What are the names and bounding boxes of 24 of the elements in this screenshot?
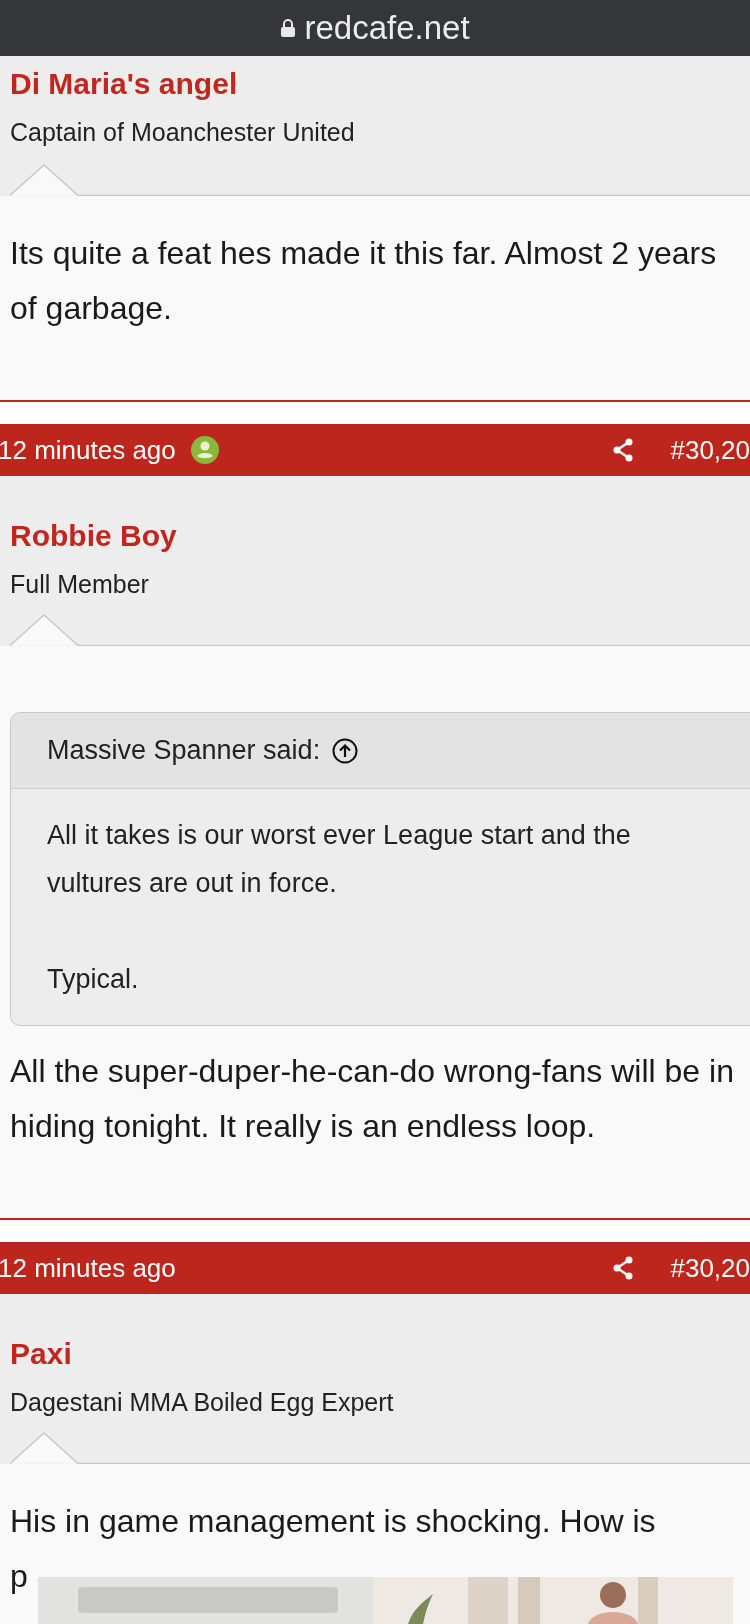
quote-text: vultures are out in force. bbox=[47, 867, 337, 900]
user-title: Captain of Moanchester United bbox=[10, 117, 355, 148]
post-text: of garbage. bbox=[9, 289, 173, 328]
post-text: p bbox=[9, 1557, 29, 1596]
post-number-link[interactable]: #30,20 bbox=[670, 1248, 750, 1288]
post-text: hiding tonight. It really is an endless loop. bbox=[9, 1107, 597, 1146]
jump-to-quote-icon[interactable] bbox=[332, 737, 359, 764]
post-text: His in game management is shocking. How is bbox=[9, 1502, 657, 1541]
user-title: Dagestani MMA Boiled Egg Expert bbox=[10, 1387, 394, 1418]
lock-icon bbox=[280, 18, 297, 38]
post-text: Its quite a feat hes made it this far. Almost 2 years bbox=[9, 234, 718, 273]
quote-text: Typical. bbox=[47, 963, 139, 996]
share-icon[interactable] bbox=[612, 1256, 635, 1280]
share-icon[interactable] bbox=[612, 438, 635, 462]
username-link[interactable]: Paxi bbox=[10, 1334, 72, 1374]
quote-text: All it takes is our worst ever League start and the bbox=[47, 819, 631, 852]
timestamp[interactable]: 12 minutes ago bbox=[0, 1248, 176, 1288]
post-text: All the super-duper-he-can-do wrong-fans will be in bbox=[9, 1052, 735, 1091]
user-title: Full Member bbox=[10, 569, 149, 600]
timestamp[interactable]: 12 minutes ago bbox=[0, 430, 176, 470]
username-link[interactable]: Robbie Boy bbox=[10, 516, 177, 556]
username-link[interactable]: Di Maria's angel bbox=[10, 64, 238, 104]
url-text[interactable]: redcafe.net bbox=[304, 3, 470, 53]
post-number-link[interactable]: #30,20 bbox=[670, 430, 750, 470]
